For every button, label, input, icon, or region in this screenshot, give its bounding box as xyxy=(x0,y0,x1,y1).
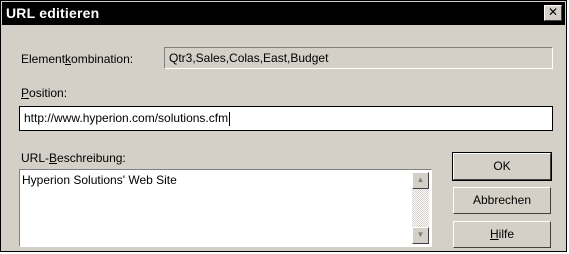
scroll-down-button[interactable]: ▼ xyxy=(412,227,429,244)
chevron-down-icon: ▼ xyxy=(416,230,425,239)
position-label: Position: xyxy=(21,86,68,100)
scroll-up-button[interactable]: ▲ xyxy=(412,172,429,189)
chevron-up-icon: ▲ xyxy=(416,175,425,184)
url-description-label: URL-Beschreibung: xyxy=(21,151,126,165)
text-caret xyxy=(229,111,231,126)
dialog-title: URL editieren xyxy=(6,5,100,21)
cancel-button[interactable]: Abbrechen xyxy=(453,187,551,214)
element-combination-label: Elementkombination: xyxy=(21,52,134,66)
url-edit-dialog: URL editieren ✕ Elementkombination: Qtr3… xyxy=(0,0,567,252)
element-combination-value: Qtr3,Sales,Colas,East,Budget xyxy=(164,47,553,69)
close-icon: ✕ xyxy=(547,5,559,19)
title-bar: URL editieren ✕ xyxy=(2,2,565,25)
close-button[interactable]: ✕ xyxy=(544,5,562,21)
position-input[interactable]: http://www.hyperion.com/solutions.cfm xyxy=(19,106,553,131)
url-description-textarea[interactable]: Hyperion Solutions' Web Site ▲ ▼ xyxy=(19,169,432,247)
help-button[interactable]: Hilfe xyxy=(453,221,551,248)
url-description-text: Hyperion Solutions' Web Site xyxy=(22,173,177,187)
ok-button[interactable]: OK xyxy=(452,152,552,181)
vertical-scrollbar[interactable]: ▲ ▼ xyxy=(412,172,429,244)
